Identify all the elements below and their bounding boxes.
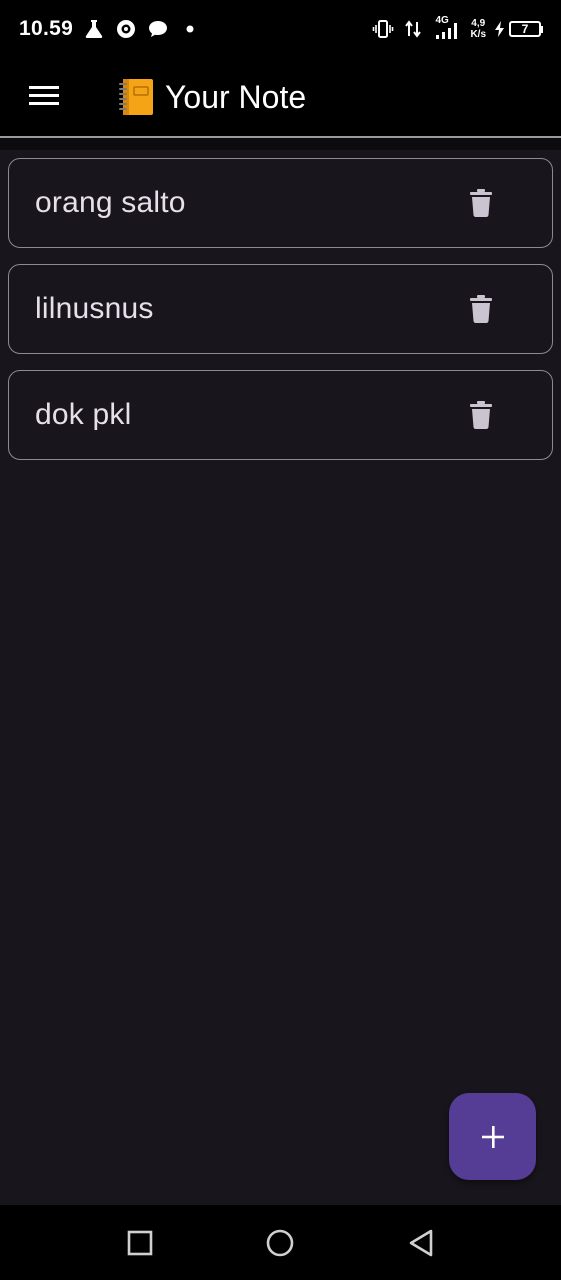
plus-icon (481, 1125, 504, 1148)
status-right: 4G 4,9 K/s 7 (372, 15, 543, 40)
status-left: 10.59 (19, 17, 201, 41)
signal-icon: 4G (432, 15, 462, 40)
note-title: lilnusnus (35, 292, 154, 325)
back-triangle-icon (409, 1229, 433, 1257)
add-note-button[interactable] (449, 1093, 536, 1180)
battery-tip (541, 25, 543, 33)
trash-icon (470, 295, 492, 323)
ring-app-icon (115, 18, 137, 40)
delete-note-button[interactable] (466, 291, 496, 327)
charging-icon (494, 18, 506, 40)
note-card[interactable]: orang salto (8, 158, 553, 248)
note-title: dok pkl (35, 398, 132, 431)
app-bar-shadow (0, 138, 561, 150)
delete-note-button[interactable] (466, 185, 496, 221)
note-card[interactable]: dok pkl (8, 370, 553, 460)
system-nav-bar (0, 1205, 561, 1280)
data-arrows-icon (402, 18, 424, 40)
home-circle-icon (266, 1229, 294, 1257)
vibrate-icon (372, 18, 394, 40)
net-speed: 4,9 K/s (470, 18, 486, 40)
delete-note-button[interactable] (466, 397, 496, 433)
recents-square-icon (127, 1230, 153, 1256)
trash-icon (470, 189, 492, 217)
home-button[interactable] (266, 1229, 294, 1257)
notebook-emoji-icon (117, 77, 155, 117)
battery-level: 7 (509, 21, 541, 37)
app-title: Your Note (165, 78, 307, 115)
note-list: orang salto lilnusnus dok pkl (8, 158, 553, 476)
app-bar: Your Note (0, 58, 561, 136)
net-speed-unit: K/s (470, 29, 486, 40)
network-type: 4G (435, 15, 449, 26)
trash-icon (470, 401, 492, 429)
menu-button[interactable] (21, 74, 67, 120)
chat-bubble-icon (147, 18, 169, 40)
net-speed-value: 4,9 (471, 18, 486, 29)
back-button[interactable] (407, 1229, 435, 1257)
status-time: 10.59 (19, 17, 74, 40)
recents-button[interactable] (126, 1229, 154, 1257)
dot-icon (179, 18, 201, 40)
note-title: orang salto (35, 186, 186, 219)
battery: 7 (494, 18, 543, 40)
flask-icon (83, 18, 105, 40)
hamburger-menu-icon (29, 84, 59, 111)
note-card[interactable]: lilnusnus (8, 264, 553, 354)
status-bar: 10.59 4G 4,9 K/s 7 (0, 0, 561, 58)
